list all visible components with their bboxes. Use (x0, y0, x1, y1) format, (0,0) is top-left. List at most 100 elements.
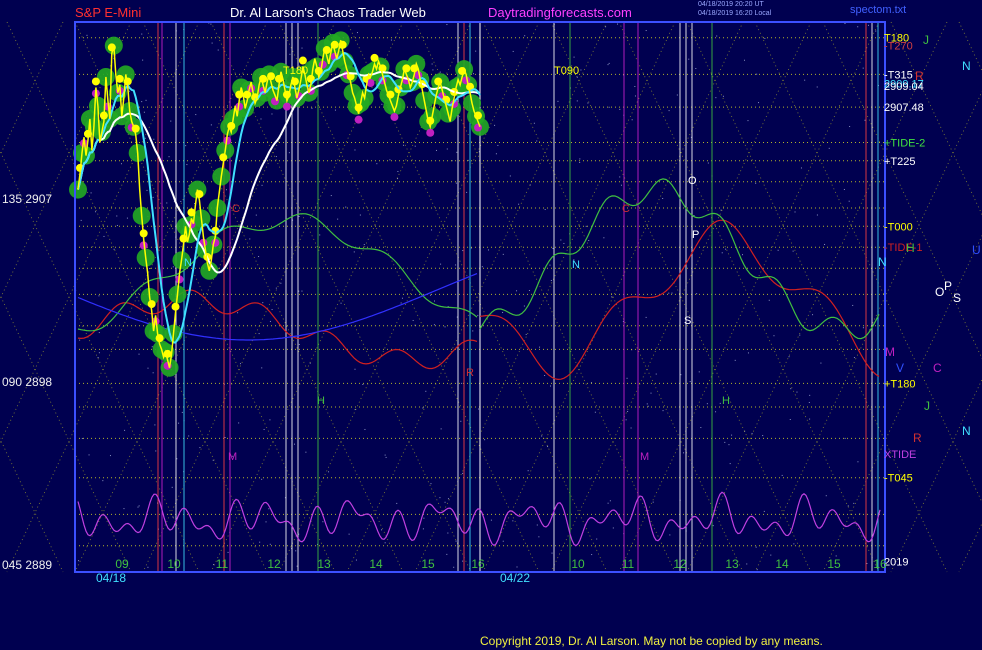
star-dot (794, 211, 796, 213)
star-dot (607, 502, 609, 504)
star-dot (269, 320, 271, 322)
star-dot (434, 300, 435, 302)
star-dot (293, 443, 295, 445)
star-dot (671, 292, 673, 294)
star-dot (262, 302, 264, 304)
star-dot (322, 521, 324, 523)
star-dot (271, 113, 273, 115)
star-dot (116, 224, 118, 226)
star-dot (662, 197, 664, 199)
grid-diagonal-line (0, 437, 64, 573)
star-dot (237, 312, 239, 314)
star-dot (263, 428, 265, 430)
star-dot (143, 111, 145, 113)
star-dot (152, 372, 154, 374)
star-dot (258, 256, 260, 258)
star-dot (412, 319, 414, 321)
star-dot (563, 242, 565, 244)
star-dot (550, 385, 552, 387)
star-dot (168, 156, 170, 158)
star-dot (444, 501, 446, 503)
x-tick-hour: 13 (317, 557, 331, 571)
copyright-notice: Copyright 2019, Dr. Al Larson. May not b… (480, 634, 823, 648)
chart-letter: M (228, 451, 237, 463)
star-dot (431, 63, 433, 65)
star-dot (170, 120, 172, 122)
star-dot (751, 432, 753, 434)
star-dot (700, 427, 702, 429)
star-dot (199, 447, 201, 449)
chart-letter: T180 (283, 65, 308, 77)
star-dot (611, 296, 613, 298)
star-dot (820, 362, 822, 364)
chart-letter: C (622, 203, 630, 215)
star-dot (172, 266, 174, 268)
chart-letter: N (184, 257, 192, 269)
star-dot (722, 95, 724, 97)
star-dot (587, 102, 589, 104)
timestamp-ut: 04/18/2019 20:20 UT (698, 1, 764, 8)
star-dot (171, 486, 173, 488)
price-bubble-yellow (298, 56, 307, 65)
price-bubble-magenta (474, 123, 483, 132)
star-dot (527, 470, 529, 472)
x-tick-hour: 16 (471, 557, 485, 571)
star-dot (868, 24, 869, 26)
star-dot (109, 455, 111, 457)
star-dot (90, 192, 92, 194)
star-dot (763, 510, 765, 512)
star-dot (626, 377, 628, 379)
star-dot (275, 287, 277, 289)
star-dot (462, 560, 464, 562)
star-dot (376, 163, 378, 165)
star-dot (523, 305, 525, 307)
star-dot (843, 188, 845, 190)
x-tick-hour: 14 (775, 557, 789, 571)
chart-letter: O (688, 175, 697, 187)
star-dot (512, 50, 514, 52)
star-dot (446, 553, 448, 555)
star-dot (762, 435, 764, 437)
star-dot (579, 158, 581, 160)
star-dot (781, 474, 783, 476)
star-dot (138, 353, 140, 355)
star-dot (298, 215, 300, 217)
star-dot (359, 214, 361, 216)
star-dot (149, 268, 151, 270)
star-dot (384, 454, 386, 456)
star-dot (155, 450, 157, 452)
star-dot (596, 538, 598, 540)
star-dot (662, 410, 664, 412)
star-dot (319, 234, 321, 236)
star-dot (591, 554, 593, 556)
star-dot (588, 240, 590, 242)
star-dot (864, 119, 866, 121)
star-dot (210, 124, 212, 126)
price-bubble-magenta (354, 115, 363, 124)
star-dot (696, 293, 698, 295)
star-dot (746, 563, 748, 565)
price-bubble-magenta (426, 128, 435, 137)
far-right-marker: U (972, 243, 981, 257)
right-axis-label: +T225 (884, 156, 916, 168)
star-dot (103, 235, 105, 237)
star-dot (185, 145, 187, 147)
star-dot (88, 454, 90, 456)
star-dot (866, 563, 868, 565)
site-url[interactable]: Daytradingforecasts.com (488, 5, 632, 20)
star-dot (502, 540, 504, 542)
star-dot (188, 435, 190, 437)
star-dot (81, 437, 83, 439)
star-dot (557, 100, 559, 102)
star-dot (98, 332, 100, 334)
star-dot (809, 418, 811, 420)
star-dot (812, 314, 814, 316)
star-dot (402, 144, 404, 146)
star-dot (472, 330, 474, 332)
right-axis-label: +T180 (884, 378, 916, 390)
star-dot (550, 279, 552, 281)
star-dot (792, 250, 794, 252)
chart-letter: P (692, 229, 699, 241)
star-dot (725, 248, 727, 250)
star-dot (288, 152, 290, 154)
